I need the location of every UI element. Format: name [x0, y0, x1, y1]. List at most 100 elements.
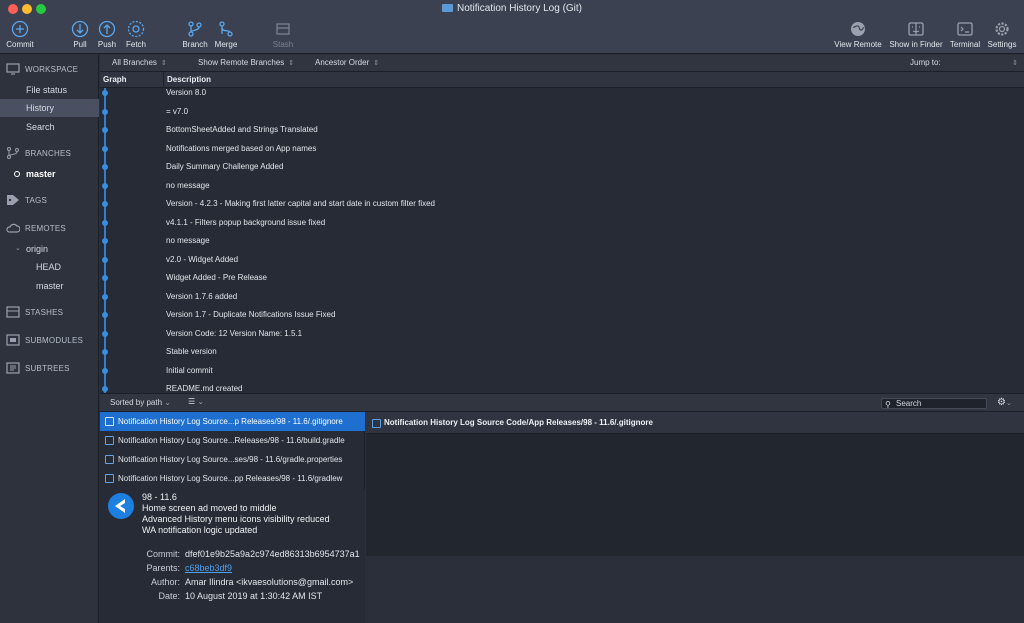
sidebar-section-branches[interactable]: BRANCHES: [6, 147, 71, 159]
commit-description: Notifications merged based on App names: [166, 143, 317, 153]
monitor-icon: [6, 63, 20, 75]
show-in-finder-button[interactable]: Show in Finder: [887, 20, 945, 49]
changed-file-row[interactable]: Notification History Log Source...p Rele…: [100, 412, 365, 431]
sidebar-section-workspace[interactable]: WORKSPACE: [6, 63, 78, 75]
history-filter-bar: All Branches ⇕ Show Remote Branches ⇕ Ance…: [100, 55, 1024, 72]
changed-file-row[interactable]: Notification History Log Source...pp Rel…: [100, 469, 365, 488]
sidebar-section-subtrees[interactable]: SUBTREES: [6, 362, 70, 374]
commit-list-header: Graph Description: [100, 72, 1024, 88]
commit-node-icon: [102, 201, 108, 207]
commit-list: Version 8.0 = v7.0 BottomSheetAdded and St…: [100, 88, 1024, 393]
commit-node-icon: [102, 238, 108, 244]
parent-commit-link[interactable]: c68beb3df9: [185, 563, 232, 573]
commit-description: Daily Summary Challenge Added: [166, 162, 284, 171]
commit-row[interactable]: Version 8.0: [100, 88, 1024, 102]
commit-order-select[interactable]: Ancestor Order ⇕: [315, 58, 379, 67]
branch-icon: [188, 21, 202, 37]
search-icon: ⚲: [885, 400, 891, 409]
commit-description: Widget Added - Pre Release: [166, 273, 267, 282]
stash-button[interactable]: Stash: [271, 20, 295, 49]
commit-node-icon: [102, 312, 108, 318]
commit-icon: [11, 20, 29, 38]
commit-message-line: 98 - 11.6: [142, 492, 177, 502]
sidebar-item-remote-head[interactable]: HEAD: [0, 258, 99, 276]
commit-row[interactable]: Version 1.7.6 added: [100, 288, 1024, 306]
updown-icon: ⇕: [1012, 60, 1018, 67]
commit-row[interactable]: Version - 4.2.3 - Making first latter ca…: [100, 195, 1024, 213]
commit-description: v4.1.1 - Filters popup background issue …: [166, 217, 326, 227]
graph-column-header[interactable]: Graph: [103, 75, 127, 84]
column-divider[interactable]: [163, 72, 164, 88]
list-icon: ☰: [188, 397, 196, 406]
commit-row[interactable]: Initial commit: [100, 362, 1024, 380]
commit-row[interactable]: = v7.0: [100, 103, 1024, 121]
commit-description: no message: [166, 180, 210, 190]
commit-row[interactable]: Stable version: [100, 343, 1024, 361]
sidebar-item-branch-master[interactable]: master: [0, 165, 99, 183]
commit-row[interactable]: BottomSheetAdded and Strings Translated: [100, 121, 1024, 139]
sidebar-item-file-status[interactable]: File status: [0, 81, 99, 99]
commit-description: no message: [166, 236, 210, 245]
chevron-down-icon: ⌄: [197, 397, 205, 406]
commit-row[interactable]: Version Code: 12 Version Name: 1.5.1: [100, 325, 1024, 343]
pull-button[interactable]: Pull: [70, 20, 90, 49]
commit-date: 10 August 2019 at 1:30:42 AM IST: [185, 591, 323, 601]
author-label: Author:: [150, 577, 180, 587]
branch-button[interactable]: Branch: [181, 20, 209, 49]
file-icon: [105, 474, 114, 483]
file-path: Notification History Log Source...Releas…: [118, 436, 345, 445]
sidebar-section-submodules[interactable]: SUBMODULES: [6, 334, 83, 346]
commit-row[interactable]: Daily Summary Challenge Added: [100, 158, 1024, 176]
commit-details: 98 - 11.6 Home screen ad moved to middle…: [100, 489, 365, 623]
avatar: [108, 493, 134, 519]
commit-button[interactable]: Commit: [5, 20, 35, 49]
diff-content[interactable]: [366, 434, 1024, 556]
merge-button[interactable]: Merge: [213, 20, 239, 49]
commit-message-line: Advanced History menu icons visibility r…: [142, 514, 330, 524]
sidebar-item-remote-origin[interactable]: ⌄ origin: [0, 240, 99, 258]
date-label: Date:: [158, 591, 180, 601]
branches-filter-select[interactable]: All Branches ⇕: [112, 58, 167, 67]
commit-row[interactable]: Notifications merged based on App names: [100, 140, 1024, 158]
commit-description: = v7.0: [166, 106, 189, 116]
commit-row[interactable]: README.md created: [100, 380, 1024, 393]
commit-row[interactable]: no message: [100, 232, 1024, 250]
commit-row[interactable]: Version 1.7 - Duplicate Notifications Is…: [100, 306, 1024, 324]
changed-file-row[interactable]: Notification History Log Source...Releas…: [100, 431, 365, 450]
sidebar-item-search[interactable]: Search: [0, 118, 99, 136]
sidebar-section-remotes[interactable]: REMOTES: [6, 222, 66, 234]
sidebar-item-history[interactable]: History: [0, 99, 99, 117]
view-remote-button[interactable]: View Remote: [832, 20, 884, 49]
settings-button[interactable]: Settings: [985, 20, 1019, 49]
sidebar-item-remote-master[interactable]: master: [0, 277, 99, 295]
commit-node-icon: [102, 367, 108, 374]
file-path: Notification History Log Source...pp Rel…: [118, 474, 343, 483]
commit-node-icon: [102, 330, 108, 337]
jump-to-select[interactable]: ⇕: [1008, 58, 1018, 67]
file-icon: [105, 436, 114, 445]
sort-dropdown[interactable]: Sorted by path ⌄: [110, 398, 171, 407]
commit-hash-label: Commit:: [146, 549, 181, 559]
view-mode-dropdown[interactable]: ☰ ⌄: [188, 397, 204, 406]
terminal-button[interactable]: Terminal: [948, 20, 982, 49]
search-input[interactable]: ⚲ Search: [881, 398, 987, 409]
fetch-button[interactable]: Fetch: [124, 20, 148, 49]
commit-row[interactable]: no message: [100, 177, 1024, 195]
sidebar-section-tags[interactable]: TAGS: [6, 194, 47, 206]
cloud-icon: [6, 223, 20, 233]
updown-icon: ⇕: [373, 60, 380, 67]
commit-row[interactable]: Widget Added - Pre Release: [100, 269, 1024, 287]
commit-node-icon: [102, 145, 108, 152]
changed-file-row[interactable]: Notification History Log Source...ses/98…: [100, 450, 365, 469]
push-button[interactable]: Push: [96, 20, 118, 49]
terminal-icon: [957, 22, 973, 36]
commit-row[interactable]: v2.0 - Widget Added: [100, 251, 1024, 269]
sidebar-section-stashes[interactable]: STASHES: [6, 306, 63, 318]
folder-icon: [441, 4, 453, 12]
remote-branches-select[interactable]: Show Remote Branches ⇕: [198, 58, 294, 67]
options-menu-button[interactable]: ⚙⌄: [997, 397, 1012, 408]
commit-description: Version 1.7 - Duplicate Notifications Is…: [166, 310, 336, 319]
push-icon: [98, 20, 116, 38]
description-column-header[interactable]: Description: [167, 75, 211, 84]
commit-row[interactable]: v4.1.1 - Filters popup background issue …: [100, 214, 1024, 232]
